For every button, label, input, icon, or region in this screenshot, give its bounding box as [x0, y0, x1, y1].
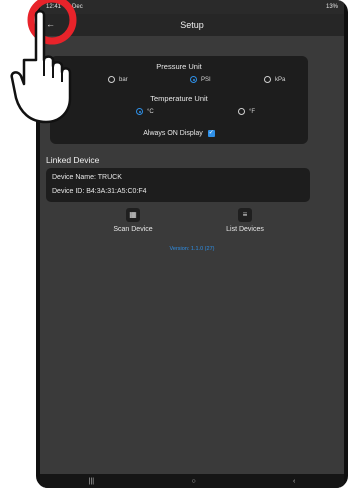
tablet-device: 12:41 5 Dec 13% ← Setup Pressure Unit ba…: [36, 0, 348, 488]
radio-bar[interactable]: [108, 76, 115, 83]
device-id: Device ID: B4:3A:31:A5:C0:F4: [52, 188, 147, 195]
pressure-option-bar-label: bar: [119, 76, 128, 83]
page-title: Setup: [180, 20, 204, 30]
list-icon: ≡: [238, 208, 252, 222]
back-arrow-icon[interactable]: ←: [46, 19, 55, 29]
status-date: 5 Dec: [67, 4, 83, 10]
radio-celsius[interactable]: [136, 108, 143, 115]
pressure-unit-title: Pressure Unit: [156, 62, 202, 71]
linked-device-title: Linked Device: [46, 155, 100, 165]
pressure-option-bar[interactable]: bar: [108, 76, 128, 83]
units-card: Pressure Unit bar PSI kPa Temperature Un…: [50, 56, 308, 144]
always-on-display-checkbox[interactable]: ✓: [207, 130, 215, 137]
nav-recents-icon[interactable]: |||: [89, 478, 94, 485]
pressure-option-kpa[interactable]: kPa: [264, 76, 285, 83]
temperature-unit-title: Temperature Unit: [150, 94, 208, 103]
radio-fahrenheit[interactable]: [238, 108, 245, 115]
radio-kpa[interactable]: [264, 76, 271, 83]
linked-device-card: Device Name: TRUCK Device ID: B4:3A:31:A…: [46, 168, 310, 202]
temperature-option-fahrenheit-label: °F: [249, 108, 256, 115]
qr-code-icon: ▦: [126, 208, 140, 222]
pressure-option-kpa-label: kPa: [275, 76, 286, 83]
pressure-option-psi[interactable]: PSI: [190, 76, 211, 83]
scan-device-button[interactable]: ▦ Scan Device: [98, 208, 168, 233]
pressure-option-psi-label: PSI: [201, 76, 211, 83]
radio-psi[interactable]: [190, 76, 197, 83]
status-bar: 12:41 5 Dec 13%: [40, 0, 344, 14]
device-name: Device Name: TRUCK: [52, 174, 122, 181]
status-battery: 13%: [325, 4, 338, 10]
status-time: 12:41: [46, 4, 62, 10]
temperature-option-fahrenheit[interactable]: °F: [238, 108, 255, 115]
temperature-option-celsius-label: °C: [147, 108, 154, 115]
always-on-display-row[interactable]: Always ON Display ✓: [50, 130, 308, 137]
list-devices-label: List Devices: [226, 226, 264, 233]
version-text: Version: 1.1.0 (27): [169, 246, 215, 252]
temperature-option-celsius[interactable]: °C: [136, 108, 154, 115]
app-screen: 12:41 5 Dec 13% ← Setup Pressure Unit ba…: [40, 0, 344, 488]
scan-device-label: Scan Device: [113, 226, 153, 233]
nav-home-icon[interactable]: ○: [191, 478, 195, 485]
app-bar: ← Setup: [40, 14, 344, 36]
navigation-bar: ||| ○ ‹: [40, 474, 344, 488]
always-on-display-label: Always ON Display: [143, 130, 203, 137]
nav-back-icon[interactable]: ‹: [293, 478, 295, 485]
list-devices-button[interactable]: ≡ List Devices: [210, 208, 280, 233]
